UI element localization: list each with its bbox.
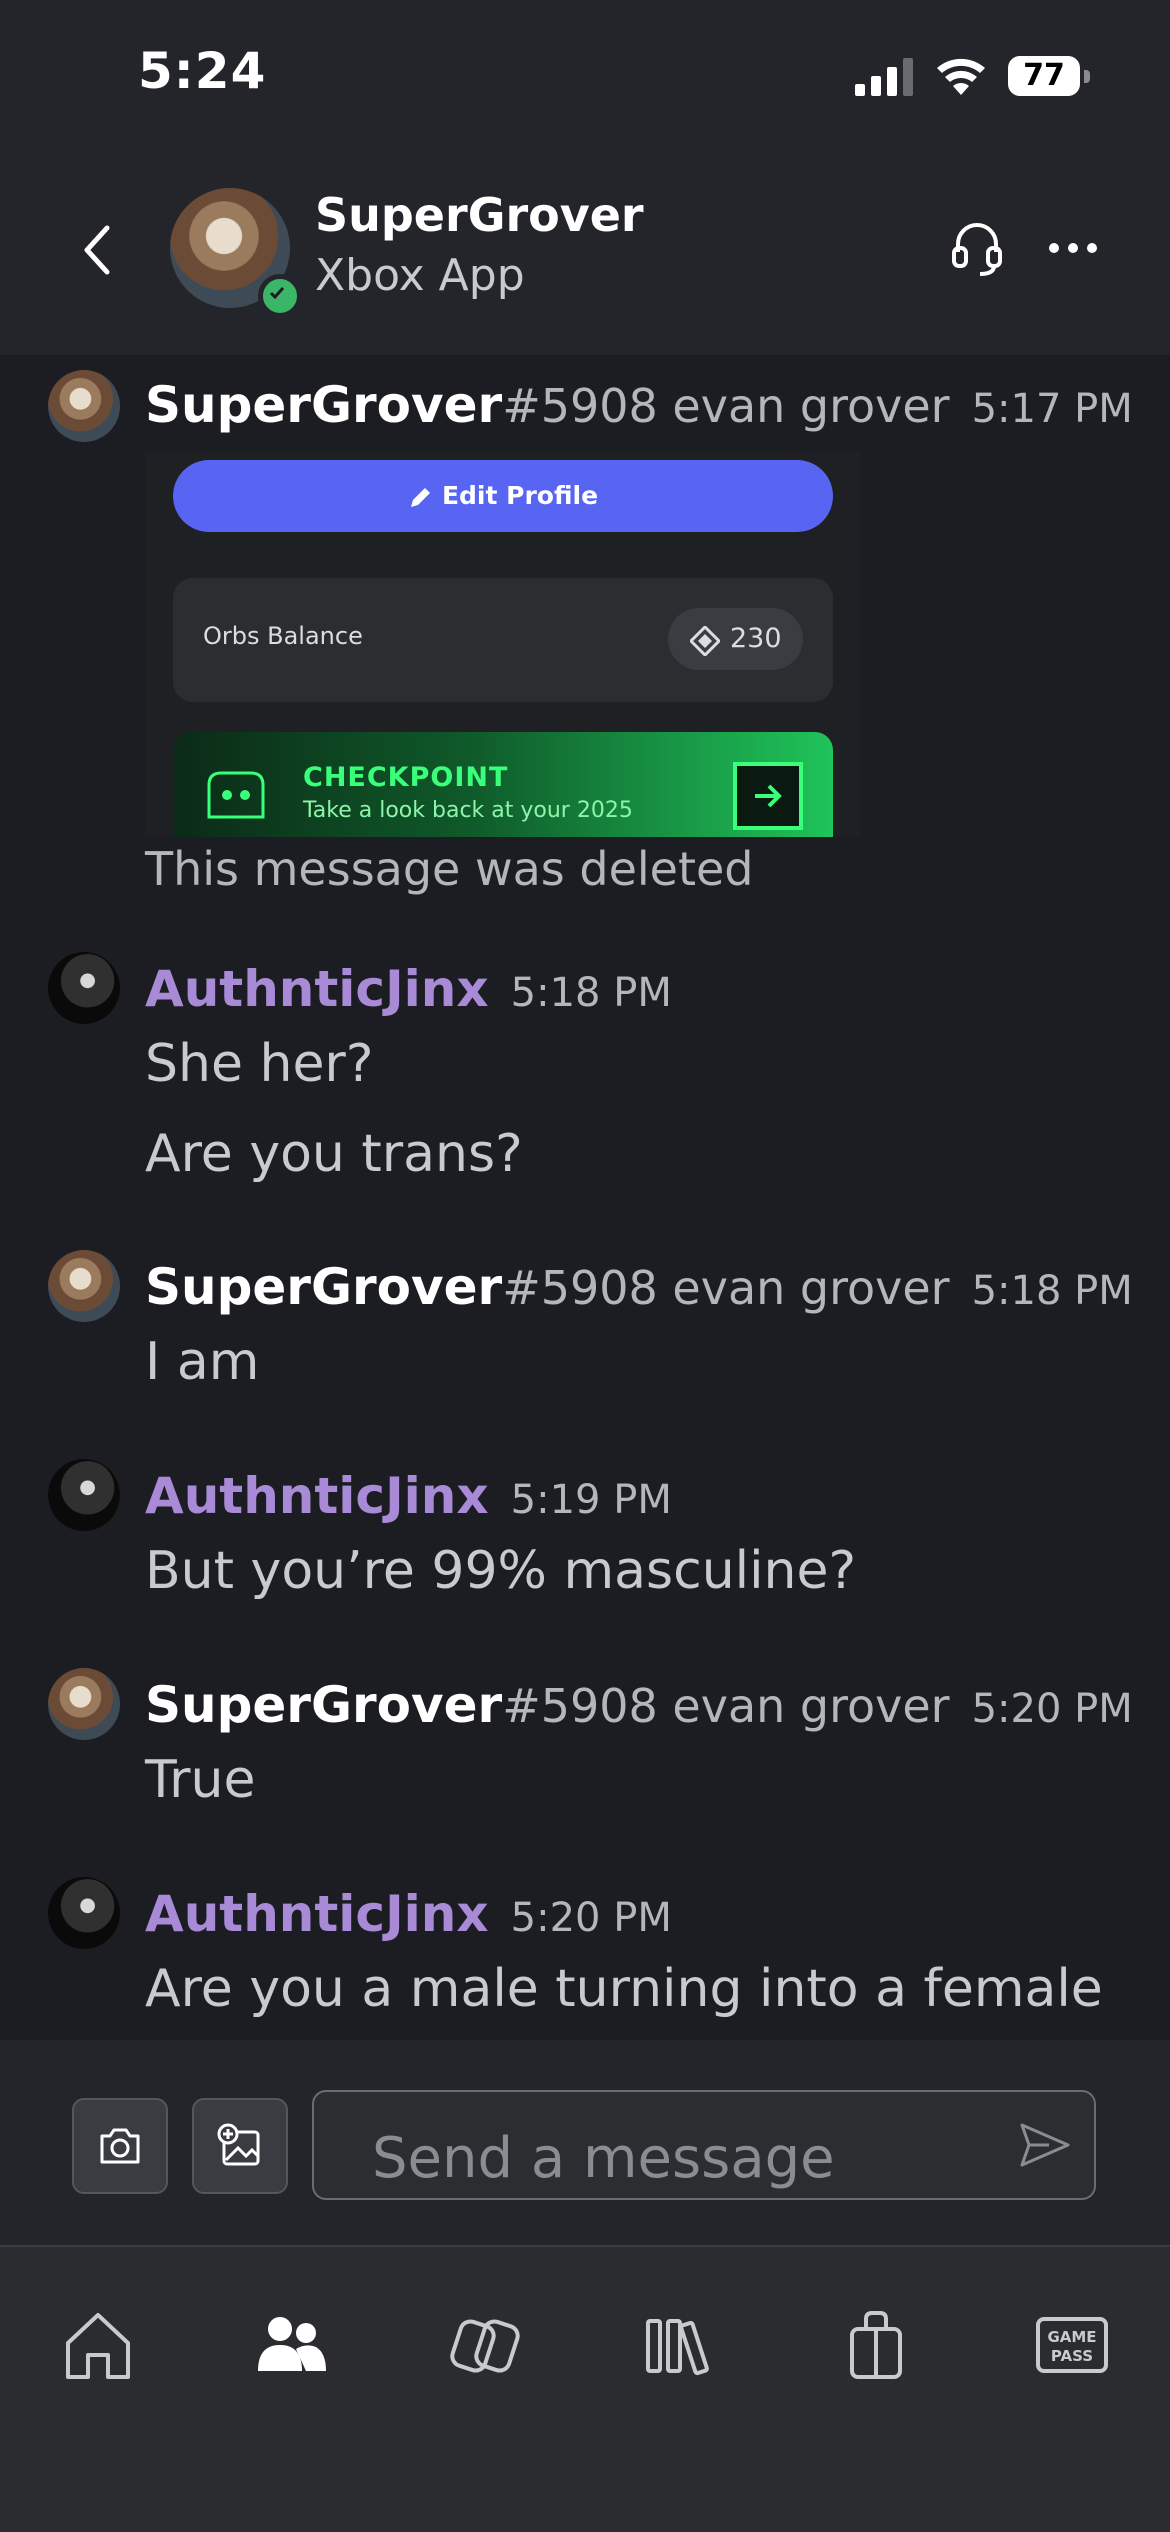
arrow-right-icon bbox=[733, 762, 803, 830]
cloud-gaming-icon[interactable] bbox=[446, 2305, 526, 2385]
edit-profile-label: Edit Profile bbox=[441, 481, 599, 510]
timestamp: 5:20 PM bbox=[971, 1686, 1133, 1732]
timestamp: 5:18 PM bbox=[971, 1268, 1133, 1314]
message-input[interactable]: Send a message bbox=[312, 2090, 1096, 2200]
social-icon[interactable] bbox=[252, 2305, 332, 2385]
user-tag: #5908 evan grover bbox=[502, 1261, 950, 1315]
add-image-icon bbox=[217, 2123, 260, 2166]
bottom-nav: GAME PASS bbox=[0, 2247, 1170, 2532]
clock: 5:24 bbox=[138, 42, 267, 100]
timestamp: 5:20 PM bbox=[510, 1895, 672, 1941]
edit-profile-button: Edit Profile bbox=[173, 460, 833, 532]
avatar[interactable] bbox=[48, 1459, 120, 1531]
home-icon[interactable] bbox=[58, 2305, 138, 2385]
game-pass-icon[interactable]: GAME PASS bbox=[1032, 2305, 1112, 2385]
message-text: But you’re 99% masculine? bbox=[145, 1541, 857, 1601]
cellular-signal-icon bbox=[855, 58, 913, 96]
timestamp: 5:17 PM bbox=[971, 386, 1133, 432]
message-text: Are you a male turning into a female bbox=[145, 1959, 1103, 2019]
username[interactable]: AuthnticJinx bbox=[145, 1885, 489, 1943]
avatar[interactable] bbox=[48, 952, 120, 1024]
checkpoint-banner: CHECKPOINT Take a look back at your 2025 bbox=[173, 732, 833, 837]
avatar[interactable] bbox=[48, 1668, 120, 1740]
orbs-balance-card: Orbs Balance 230 bbox=[173, 578, 833, 702]
username[interactable]: SuperGrover bbox=[145, 1258, 502, 1316]
svg-text:PASS: PASS bbox=[1051, 2347, 1093, 2365]
more-options-icon[interactable] bbox=[1048, 238, 1098, 258]
orbs-label: Orbs Balance bbox=[203, 622, 363, 650]
timestamp: 5:19 PM bbox=[510, 1477, 672, 1523]
username[interactable]: SuperGrover bbox=[145, 376, 502, 434]
battery-icon: 77 bbox=[1008, 56, 1092, 98]
status-bar: 5:24 77 bbox=[0, 0, 1170, 150]
message-text: Are you trans? bbox=[145, 1124, 523, 1184]
battery-level: 77 bbox=[1008, 56, 1080, 96]
add-image-button[interactable] bbox=[192, 2098, 288, 2194]
message-text: I am bbox=[145, 1332, 260, 1392]
store-icon[interactable] bbox=[836, 2305, 916, 2385]
avatar[interactable] bbox=[48, 370, 120, 442]
online-status-icon bbox=[258, 274, 302, 318]
timestamp: 5:18 PM bbox=[510, 970, 672, 1016]
svg-text:GAME: GAME bbox=[1047, 2328, 1096, 2346]
chat-title: SuperGrover bbox=[315, 188, 644, 242]
username[interactable]: AuthnticJinx bbox=[145, 960, 489, 1018]
avatar[interactable] bbox=[48, 1250, 120, 1322]
chat-subtitle: Xbox App bbox=[315, 250, 525, 301]
wifi-icon bbox=[937, 58, 985, 95]
discord-mascot-icon bbox=[207, 771, 265, 819]
back-chevron-icon[interactable] bbox=[75, 220, 117, 280]
checkpoint-subtitle: Take a look back at your 2025 bbox=[303, 798, 633, 823]
deleted-message-notice: This message was deleted bbox=[145, 842, 754, 896]
user-tag: #5908 evan grover bbox=[502, 379, 950, 433]
library-icon[interactable] bbox=[640, 2305, 720, 2385]
user-tag: #5908 evan grover bbox=[502, 1679, 950, 1733]
camera-button[interactable] bbox=[72, 2098, 168, 2194]
username[interactable]: SuperGrover bbox=[145, 1676, 502, 1734]
username[interactable]: AuthnticJinx bbox=[145, 1467, 489, 1525]
message-input-placeholder: Send a message bbox=[372, 2126, 835, 2191]
message-composer: Send a message bbox=[0, 2040, 1170, 2247]
message-text: She her? bbox=[145, 1034, 374, 1094]
send-icon[interactable] bbox=[1019, 2122, 1071, 2168]
checkpoint-title: CHECKPOINT bbox=[303, 762, 509, 793]
orbs-value: 230 bbox=[730, 623, 782, 654]
orb-icon bbox=[690, 626, 720, 656]
message-text: True bbox=[145, 1750, 256, 1810]
pencil-icon bbox=[410, 488, 430, 507]
embedded-image[interactable]: Edit Profile Orbs Balance 230 CHECKPOINT… bbox=[145, 452, 860, 837]
chat-header: SuperGrover Xbox App bbox=[0, 150, 1170, 355]
avatar[interactable] bbox=[48, 1877, 120, 1949]
orbs-value-badge: 230 bbox=[668, 608, 803, 670]
camera-icon bbox=[100, 2128, 140, 2164]
headset-icon[interactable] bbox=[950, 218, 1004, 278]
